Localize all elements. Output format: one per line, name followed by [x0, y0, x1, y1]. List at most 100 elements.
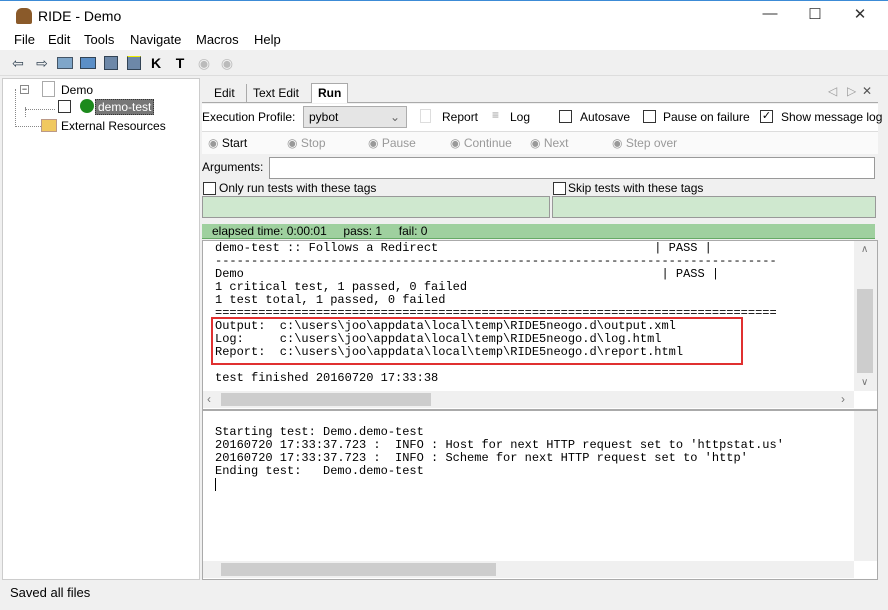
test-icon [80, 99, 94, 113]
message-log-panel: Starting test: Demo.demo-test 20160720 17… [202, 410, 878, 580]
autosave-label: Autosave [580, 110, 631, 124]
message-horizontal-scrollbar[interactable] [203, 561, 854, 578]
scroll-left-icon[interactable]: ‹ [207, 392, 211, 406]
output-panel: demo-test :: Follows a Redirect | PASS |… [202, 240, 878, 410]
tree-item-demo[interactable]: Demo [61, 83, 93, 97]
status-bar: Saved all files [0, 580, 888, 610]
stop-icon: ◉ [287, 136, 301, 150]
report-button[interactable]: Report [442, 110, 478, 124]
save-all-icon[interactable] [125, 54, 143, 72]
start-button[interactable]: ◉ Start [208, 136, 247, 150]
scrollbar-thumb[interactable] [221, 393, 431, 406]
step-over-label: Step over [625, 136, 678, 150]
step-over-icon: ◉ [612, 136, 626, 150]
back-arrow-icon[interactable]: ⇦ [9, 54, 27, 72]
run-icon[interactable]: ◉ [195, 54, 213, 72]
collapse-icon[interactable]: − [20, 85, 29, 94]
only-run-tags-checkbox[interactable] [203, 182, 216, 195]
test-checkbox[interactable] [58, 100, 71, 113]
scroll-right-icon[interactable]: › [841, 392, 845, 406]
pause-label: Pause [381, 136, 416, 150]
tree-item-external-resources[interactable]: External Resources [61, 119, 166, 133]
message-log-text: Starting test: Demo.demo-test 20160720 17… [215, 426, 784, 478]
menu-bar: File Edit Tools Navigate Macros Help [0, 30, 888, 50]
pause-icon: ◉ [368, 136, 382, 150]
tab-edit[interactable]: Edit [208, 84, 241, 102]
chevron-down-icon: ⌄ [389, 110, 400, 124]
play-icon: ◉ [208, 136, 222, 150]
next-button[interactable]: ◉ Next [530, 136, 569, 150]
tab-close-icon[interactable]: ✕ [862, 84, 872, 98]
forward-arrow-icon[interactable]: ⇨ [33, 54, 51, 72]
stop-icon[interactable]: ◉ [218, 54, 236, 72]
scrollbar-thumb[interactable] [857, 289, 873, 373]
search-keywords-icon[interactable]: K [147, 54, 165, 72]
tab-run[interactable]: Run [311, 83, 349, 103]
editor-panel: Edit Text Edit Run ◁ ▷ ✕ Execution Profi… [202, 78, 882, 580]
skip-tags-label: Skip tests with these tags [568, 181, 704, 195]
message-vertical-scrollbar[interactable] [854, 411, 877, 561]
show-message-log-label: Show message log [781, 110, 883, 124]
output-vertical-scrollbar[interactable]: ∧ ∨ [854, 241, 877, 391]
external-resources-icon [41, 119, 57, 132]
open-directory-icon[interactable] [79, 54, 97, 72]
pause-on-failure-checkbox[interactable] [643, 110, 656, 123]
report-icon [420, 109, 431, 123]
menu-edit[interactable]: Edit [48, 32, 70, 47]
pause-button[interactable]: ◉ Pause [368, 136, 416, 150]
tab-next-icon[interactable]: ▷ [847, 84, 856, 98]
continue-icon: ◉ [450, 136, 464, 150]
menu-macros[interactable]: Macros [196, 32, 239, 47]
log-icon: ≡ [492, 108, 500, 122]
exclude-tags-input[interactable] [552, 196, 876, 218]
arguments-label: Arguments: [202, 160, 264, 174]
menu-navigate[interactable]: Navigate [130, 32, 181, 47]
maximize-button[interactable]: ☐ [795, 5, 835, 27]
text-cursor [215, 478, 216, 491]
scroll-down-icon[interactable]: ∨ [861, 377, 868, 388]
open-suite-icon[interactable] [56, 54, 74, 72]
log-button[interactable]: Log [510, 110, 530, 124]
toolbar: ⇦ ⇨ K T ◉ ◉ [0, 50, 888, 76]
tree-item-demo-test[interactable]: demo-test [95, 99, 155, 115]
scrollbar-thumb[interactable] [221, 563, 496, 576]
continue-label: Continue [463, 136, 512, 150]
minimize-button[interactable]: — [750, 5, 790, 27]
tab-text-edit[interactable]: Text Edit [246, 84, 305, 102]
autosave-checkbox[interactable] [559, 110, 572, 123]
output-paths-highlight [211, 317, 743, 365]
log-line: test finished 20160720 17:33:38 [215, 371, 439, 385]
execution-profile-label: Execution Profile: [202, 110, 296, 124]
close-button[interactable]: ✕ [840, 5, 880, 27]
execution-profile-select[interactable]: pybot ⌄ [303, 106, 407, 128]
save-icon[interactable] [102, 54, 120, 72]
status-text: Saved all files [10, 585, 91, 600]
window-title: RIDE - Demo [38, 8, 122, 24]
show-message-log-checkbox[interactable]: ✓ [760, 110, 773, 123]
menu-file[interactable]: File [14, 32, 35, 47]
arguments-input[interactable] [269, 157, 875, 179]
step-over-button[interactable]: ◉ Step over [612, 136, 677, 150]
output-horizontal-scrollbar[interactable]: ‹ › [203, 391, 854, 408]
run-status-bar: elapsed time: 0:00:01 pass: 1 fail: 0 [202, 224, 875, 239]
test-tree: − Demo demo-test External Resources [2, 78, 200, 580]
stop-button[interactable]: ◉ Stop [287, 136, 326, 150]
pause-on-failure-label: Pause on failure [663, 110, 750, 124]
tab-prev-icon[interactable]: ◁ [828, 84, 837, 98]
continue-button[interactable]: ◉ Continue [450, 136, 512, 150]
title-bar: RIDE - Demo — ☐ ✕ [0, 0, 888, 30]
scroll-up-icon[interactable]: ∧ [861, 244, 868, 255]
run-status-text: elapsed time: 0:00:01 pass: 1 fail: 0 [212, 224, 428, 238]
only-run-tags-label: Only run tests with these tags [219, 181, 377, 195]
next-label: Next [543, 136, 569, 150]
menu-tools[interactable]: Tools [84, 32, 114, 47]
app-icon [16, 8, 32, 24]
skip-tags-checkbox[interactable] [553, 182, 566, 195]
menu-help[interactable]: Help [254, 32, 281, 47]
stop-label: Stop [300, 136, 326, 150]
next-icon: ◉ [530, 136, 544, 150]
search-tests-icon[interactable]: T [171, 54, 189, 72]
include-tags-input[interactable] [202, 196, 550, 218]
file-icon [42, 81, 55, 97]
log-line: Ending test: Demo.demo-test [215, 464, 424, 478]
